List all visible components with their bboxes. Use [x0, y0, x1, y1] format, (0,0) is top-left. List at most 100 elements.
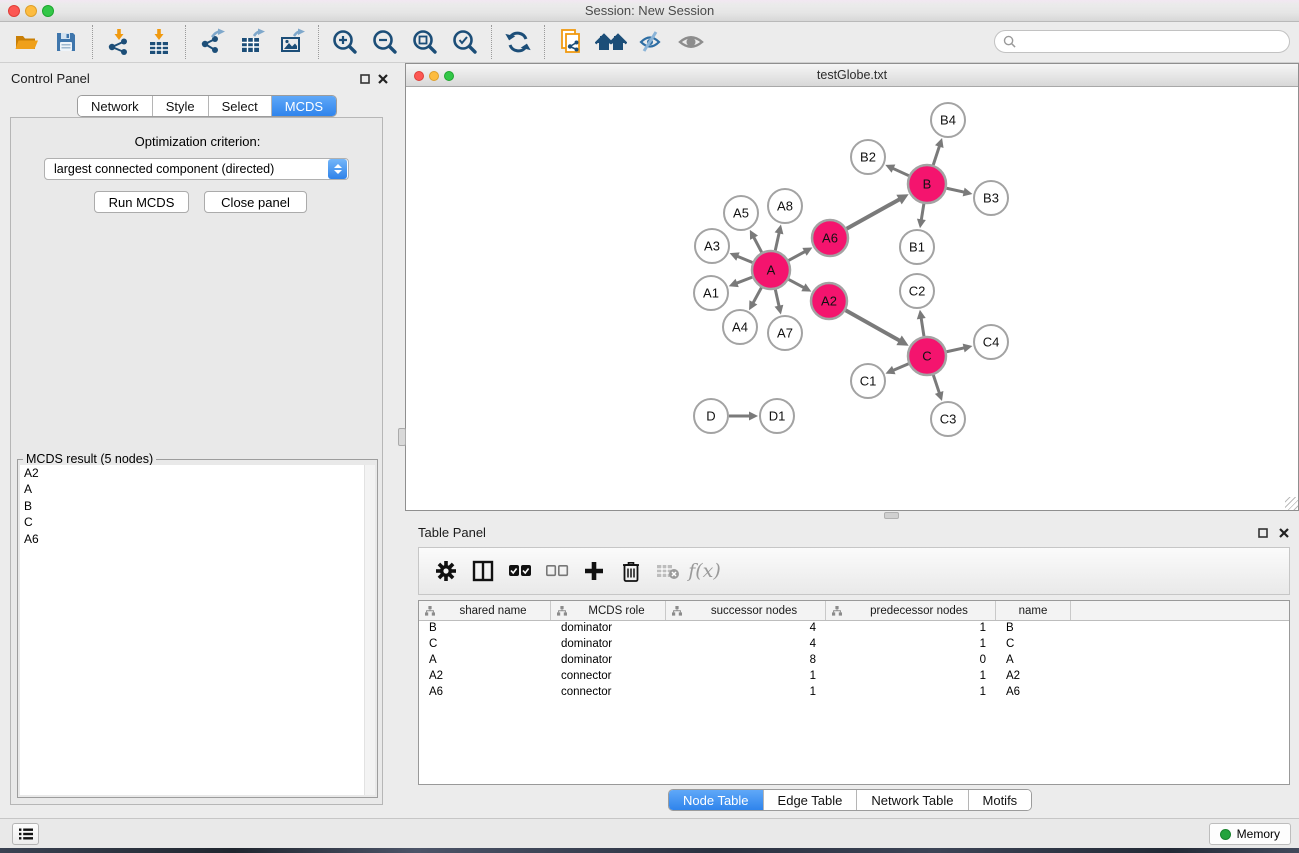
criterion-dropdown[interactable]: largest connected component (directed): [44, 158, 349, 180]
zoom-in-button[interactable]: [325, 24, 365, 60]
column-header-successor-nodes[interactable]: successor nodes: [666, 601, 826, 620]
table-cell[interactable]: 8: [666, 653, 826, 669]
table-row[interactable]: Adominator80A: [419, 653, 1289, 669]
deselect-all-button[interactable]: [538, 553, 575, 589]
toggle-graphics-details-button[interactable]: [631, 24, 671, 60]
tab-network-table[interactable]: Network Table: [857, 790, 968, 810]
export-table-button[interactable]: [232, 24, 272, 60]
table-settings-button[interactable]: [427, 553, 464, 589]
vertical-splitter-handle[interactable]: [398, 428, 406, 446]
mcds-result-item[interactable]: B: [20, 498, 375, 514]
table-cell[interactable]: dominator: [551, 621, 666, 637]
table-row[interactable]: A6connector11A6: [419, 685, 1289, 701]
network-frame-titlebar[interactable]: testGlobe.txt: [406, 64, 1298, 87]
table-panel-float-button[interactable]: [1256, 526, 1270, 540]
show-hide-panel-button[interactable]: [671, 24, 711, 60]
control-panel-close-button[interactable]: [376, 72, 390, 86]
table-cell[interactable]: B: [419, 621, 551, 637]
table-cell[interactable]: C: [996, 637, 1071, 653]
edge-A-A5[interactable]: [753, 236, 762, 252]
edge-A2-C[interactable]: [846, 310, 901, 341]
edge-A-A4[interactable]: [752, 288, 761, 305]
import-table-button[interactable]: [139, 24, 179, 60]
search-input[interactable]: [1021, 35, 1281, 49]
table-cell[interactable]: A: [419, 653, 551, 669]
memory-button[interactable]: Memory: [1209, 823, 1291, 845]
table-cell[interactable]: 1: [826, 669, 996, 685]
edge-A-A1[interactable]: [735, 277, 752, 284]
table-cell[interactable]: A2: [996, 669, 1071, 685]
tab-edge-table[interactable]: Edge Table: [764, 790, 858, 810]
table-cell[interactable]: dominator: [551, 637, 666, 653]
edge-C-C4[interactable]: [947, 348, 966, 352]
show-panels-button[interactable]: [12, 823, 39, 845]
new-session-button[interactable]: [551, 24, 591, 60]
network-graph[interactable]: AA1A3A4A5A7A8A6A2BB1B2B3B4CC1C2C3C4DD1: [406, 87, 1298, 510]
tab-motifs[interactable]: Motifs: [969, 790, 1032, 810]
edge-B-B3[interactable]: [947, 188, 966, 192]
delete-column-button[interactable]: [612, 553, 649, 589]
table-cell[interactable]: 4: [666, 637, 826, 653]
tab-node-table[interactable]: Node Table: [669, 790, 764, 810]
table-cell[interactable]: 0: [826, 653, 996, 669]
table-cell[interactable]: A6: [996, 685, 1071, 701]
network-canvas[interactable]: AA1A3A4A5A7A8A6A2BB1B2B3B4CC1C2C3C4DD1: [406, 87, 1298, 510]
table-cell[interactable]: 1: [666, 669, 826, 685]
table-panel-close-button[interactable]: [1277, 526, 1291, 540]
tab-select[interactable]: Select: [209, 96, 272, 116]
edge-A-A7[interactable]: [775, 290, 779, 308]
table-cell[interactable]: A: [996, 653, 1071, 669]
mcds-result-item[interactable]: A: [20, 481, 375, 497]
table-row[interactable]: Cdominator41C: [419, 637, 1289, 653]
save-session-button[interactable]: [46, 24, 86, 60]
toolbar-search[interactable]: [994, 30, 1290, 53]
column-header-MCDS-role[interactable]: MCDS role: [551, 601, 666, 620]
edge-A-A8[interactable]: [775, 231, 779, 250]
table-cell[interactable]: C: [419, 637, 551, 653]
tab-network[interactable]: Network: [78, 96, 153, 116]
edge-A-A2[interactable]: [789, 279, 806, 288]
mcds-result-item[interactable]: A6: [20, 531, 375, 547]
mcds-result-item[interactable]: A2: [20, 465, 375, 481]
refresh-button[interactable]: [498, 24, 538, 60]
zoom-out-button[interactable]: [365, 24, 405, 60]
table-cell[interactable]: 4: [666, 621, 826, 637]
column-header-predecessor-nodes[interactable]: predecessor nodes: [826, 601, 996, 620]
column-header-name[interactable]: name: [996, 601, 1071, 620]
select-all-button[interactable]: [501, 553, 538, 589]
mcds-result-item[interactable]: C: [20, 514, 375, 530]
table-cell[interactable]: connector: [551, 685, 666, 701]
edge-B-B4[interactable]: [933, 145, 940, 165]
import-network-button[interactable]: [99, 24, 139, 60]
table-row[interactable]: A2connector11A2: [419, 669, 1289, 685]
table-cell[interactable]: A2: [419, 669, 551, 685]
zoom-fit-button[interactable]: [405, 24, 445, 60]
zoom-selected-button[interactable]: [445, 24, 485, 60]
control-panel-float-button[interactable]: [358, 72, 372, 86]
export-image-button[interactable]: [272, 24, 312, 60]
edge-A-A3[interactable]: [736, 256, 752, 263]
mcds-list-scrollbar[interactable]: [364, 465, 375, 795]
open-session-button[interactable]: [6, 24, 46, 60]
export-network-button[interactable]: [192, 24, 232, 60]
edge-A6-B[interactable]: [847, 199, 901, 229]
edge-A-A6[interactable]: [789, 251, 807, 261]
table-row[interactable]: Bdominator41B: [419, 621, 1289, 637]
close-panel-button[interactable]: Close panel: [204, 191, 307, 213]
table-cell[interactable]: connector: [551, 669, 666, 685]
tab-mcds[interactable]: MCDS: [272, 96, 336, 116]
edge-C-C1[interactable]: [892, 364, 909, 371]
edge-B-B2[interactable]: [892, 168, 909, 176]
home-button[interactable]: [591, 24, 631, 60]
table-cell[interactable]: 1: [666, 685, 826, 701]
resize-gripper[interactable]: [1285, 497, 1298, 510]
table-cell[interactable]: B: [996, 621, 1071, 637]
mcds-result-list[interactable]: A2ABCA6: [20, 465, 375, 795]
edge-C-C3[interactable]: [933, 375, 939, 394]
run-mcds-button[interactable]: Run MCDS: [94, 191, 189, 213]
column-header-shared-name[interactable]: shared name: [419, 601, 551, 620]
function-builder-button[interactable]: f(x): [686, 553, 723, 589]
delete-table-button[interactable]: [649, 553, 686, 589]
add-column-button[interactable]: [575, 553, 612, 589]
table-cell[interactable]: dominator: [551, 653, 666, 669]
